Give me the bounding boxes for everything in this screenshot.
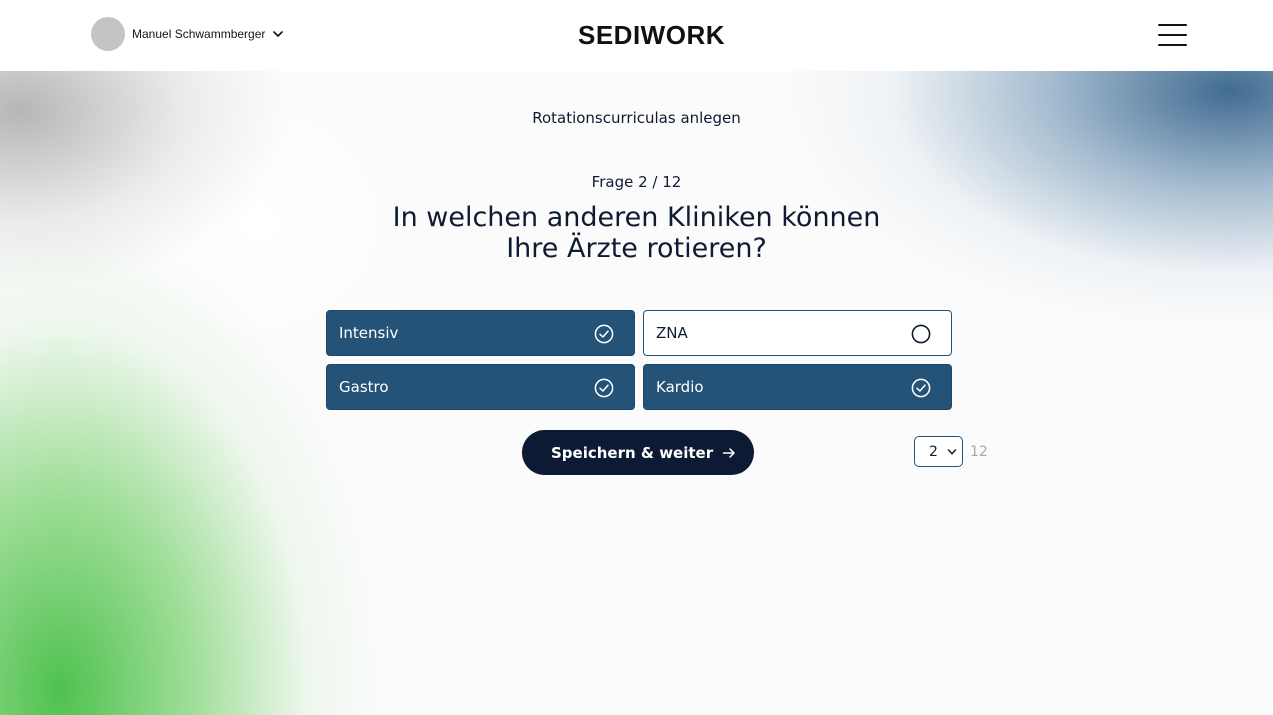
save-and-continue-button[interactable]: Speichern & weiter — [522, 430, 754, 475]
chevron-down-icon — [273, 31, 284, 37]
save-button-label: Speichern & weiter — [551, 443, 714, 462]
arrow-right-icon — [722, 448, 735, 458]
logo-text: SEDIWORK — [578, 19, 725, 50]
option-zna[interactable]: ZNA — [643, 310, 952, 356]
option-kardio[interactable]: Kardio — [643, 364, 952, 410]
user-menu[interactable]: Manuel Schwammberger — [91, 17, 284, 51]
empty-circle-icon — [911, 324, 931, 344]
sediwork-logo[interactable]: SEDIWORK — [578, 20, 725, 50]
question-counter: Frage 2 / 12 — [591, 173, 682, 191]
top-header: Manuel Schwammberger SEDIWORK — [0, 0, 1273, 71]
check-circle-icon — [594, 378, 614, 398]
check-circle-icon — [911, 378, 931, 398]
avatar — [91, 17, 125, 51]
option-intensiv[interactable]: Intensiv — [326, 310, 635, 356]
chevron-down-icon — [947, 449, 957, 455]
question-heading: In welchen anderen Kliniken können Ihre … — [0, 202, 1273, 264]
page-select-value: 2 — [929, 443, 938, 460]
option-label: ZNA — [656, 324, 688, 342]
option-label: Gastro — [339, 378, 389, 396]
check-circle-icon — [594, 324, 614, 344]
options-grid: Intensiv ZNA Gastro Kardio — [326, 310, 952, 410]
option-label: Intensiv — [339, 324, 399, 342]
main-content: Rotationscurriculas anlegen Frage 2 / 12… — [0, 71, 1273, 715]
question-page-select[interactable]: 2 — [914, 436, 963, 467]
option-label: Kardio — [656, 378, 704, 396]
question-line-2: Ihre Ärzte rotieren? — [506, 233, 767, 264]
question-line-1: In welchen anderen Kliniken können — [392, 202, 881, 233]
page-total: 12 — [970, 444, 988, 460]
option-gastro[interactable]: Gastro — [326, 364, 635, 410]
user-name: Manuel Schwammberger — [132, 27, 266, 41]
hamburger-menu-icon[interactable] — [1158, 24, 1187, 47]
section-title: Rotationscurriculas anlegen — [532, 109, 741, 127]
